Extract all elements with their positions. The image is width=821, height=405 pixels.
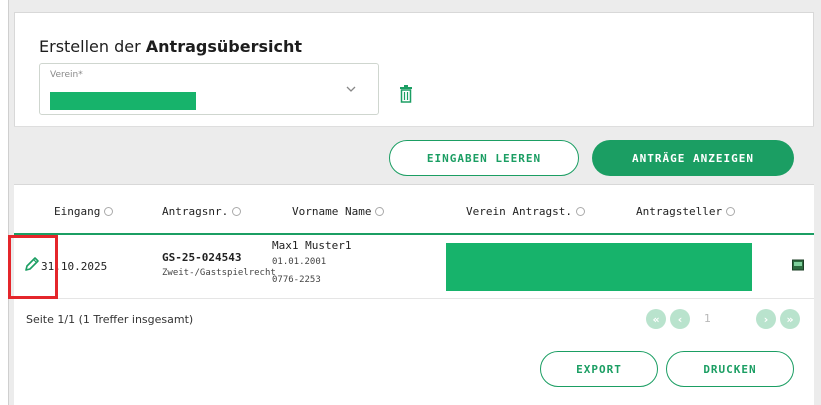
column-header-eingang[interactable]: Eingang <box>54 205 114 218</box>
chevron-down-icon[interactable] <box>346 84 356 94</box>
cell-antragsnr: GS-25-024543 <box>162 251 242 264</box>
show-applications-button[interactable]: ANTRÄGE ANZEIGEN <box>592 140 794 176</box>
sort-icon[interactable] <box>726 207 736 216</box>
first-page-button[interactable]: « <box>646 309 666 329</box>
column-header-antragsteller[interactable]: Antragsteller <box>636 205 736 218</box>
column-header-verein[interactable]: Verein Antragst. <box>466 205 585 218</box>
last-page-button[interactable]: » <box>780 309 800 329</box>
print-button[interactable]: DRUCKEN <box>666 351 794 387</box>
applications-table: Eingang Antragsnr. Vorname Name Verein A… <box>8 184 814 405</box>
cell-name: Max1 Muster1 <box>272 239 352 252</box>
edit-pencil-icon[interactable] <box>24 256 40 272</box>
cell-antragsnr-sub: Zweit-/Gastspielrecht <box>162 268 276 278</box>
actions-row: EINGABEN LEEREN ANTRÄGE ANZEIGEN <box>14 126 814 184</box>
verein-select[interactable]: Verein* <box>39 63 379 115</box>
sort-icon[interactable] <box>375 207 385 216</box>
page-title: Erstellen der Antragsübersicht <box>39 37 302 56</box>
cell-verein-redacted <box>446 243 752 291</box>
document-icon[interactable] <box>792 259 804 271</box>
trash-icon[interactable] <box>399 85 413 103</box>
table-header: Eingang Antragsnr. Vorname Name Verein A… <box>14 185 814 235</box>
current-page: 1 <box>704 312 711 325</box>
verein-select-value-redacted <box>50 92 196 110</box>
title-bold: Antragsübersicht <box>145 37 302 56</box>
cell-eingang: 31.10.2025 <box>41 260 108 273</box>
cell-id: 0776-2253 <box>272 275 321 285</box>
cell-dob: 01.01.2001 <box>272 257 327 267</box>
verein-select-label: Verein* <box>50 70 83 80</box>
column-header-antragsnr[interactable]: Antragsnr. <box>162 205 242 218</box>
sort-icon[interactable] <box>232 207 242 216</box>
column-header-name[interactable]: Vorname Name <box>292 205 385 218</box>
prev-page-button[interactable]: ‹ <box>670 309 690 329</box>
sort-icon[interactable] <box>104 207 114 216</box>
next-page-button[interactable]: › <box>756 309 776 329</box>
title-prefix: Erstellen der <box>39 37 141 56</box>
pagination-summary: Seite 1/1 (1 Treffer insgesamt) <box>26 313 194 326</box>
clear-inputs-button[interactable]: EINGABEN LEEREN <box>389 140 579 176</box>
export-button[interactable]: EXPORT <box>540 351 658 387</box>
sort-icon[interactable] <box>575 207 585 216</box>
overview-card: Erstellen der Antragsübersicht Verein* <box>14 12 814 126</box>
table-row[interactable]: 31.10.2025 GS-25-024543 Zweit-/Gastspiel… <box>14 237 814 299</box>
